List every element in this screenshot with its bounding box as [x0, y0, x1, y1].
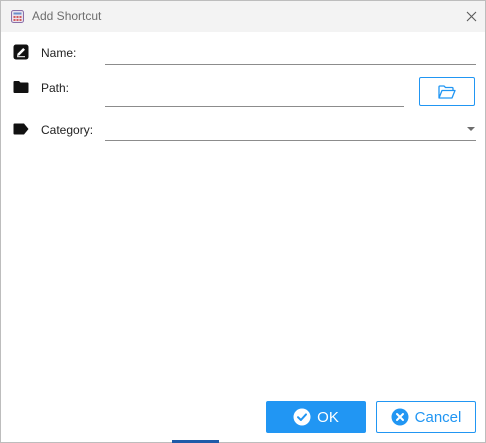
category-select[interactable] [105, 119, 476, 141]
add-shortcut-dialog: Add Shortcut Name: Path: Category: OK Ca… [0, 0, 486, 443]
cancel-button[interactable]: Cancel [376, 401, 476, 433]
title-bar: Add Shortcut [1, 1, 485, 32]
folder-icon [13, 81, 29, 93]
name-input[interactable] [105, 43, 476, 65]
edit-icon [13, 44, 29, 60]
close-button[interactable] [457, 3, 485, 29]
ok-label: OK [317, 408, 339, 426]
chevron-down-icon [467, 127, 475, 131]
tag-icon [13, 123, 29, 135]
calculator-app-icon [11, 10, 24, 23]
window-title: Add Shortcut [32, 9, 102, 23]
path-label: Path: [41, 81, 70, 95]
path-input[interactable] [105, 85, 404, 107]
close-icon [466, 11, 476, 21]
cancel-circle-icon [391, 408, 409, 426]
name-label: Name: [41, 46, 77, 60]
ok-button[interactable]: OK [266, 401, 366, 433]
browse-button[interactable] [419, 77, 475, 106]
folder-open-icon [438, 84, 456, 99]
cancel-label: Cancel [414, 408, 462, 426]
check-circle-icon [293, 408, 311, 426]
category-label: Category: [41, 123, 94, 137]
